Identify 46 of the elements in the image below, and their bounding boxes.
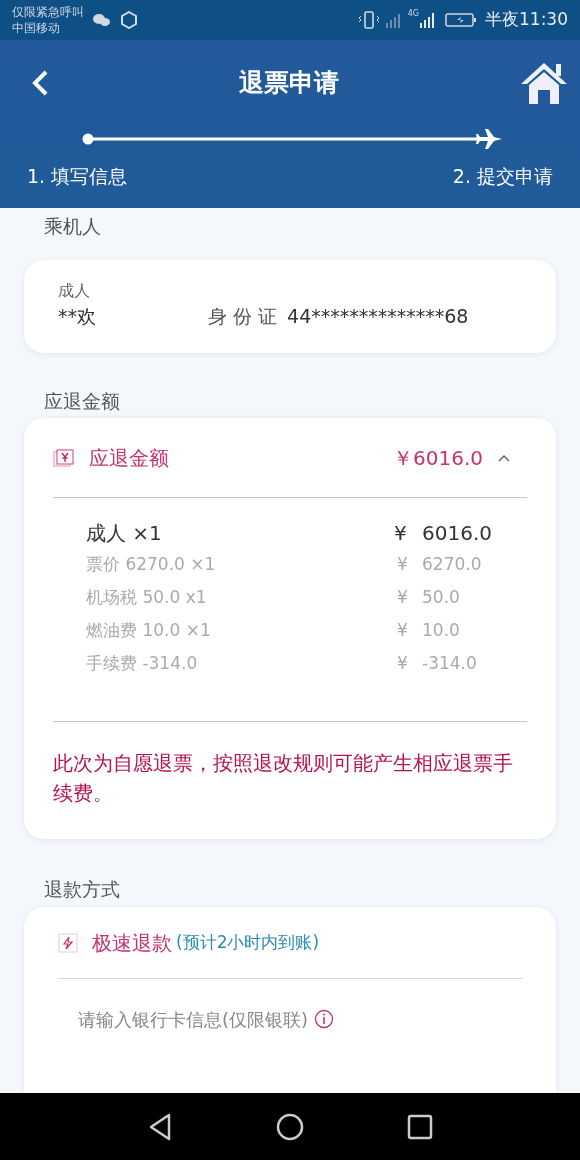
fare-item-label: 手续费 -314.0 (86, 652, 199, 675)
chat-icon (92, 12, 112, 28)
section-heading: 退款方式 (43, 877, 121, 902)
chevron-left-icon (30, 68, 50, 98)
fare-item-amount: 50.0 (422, 586, 461, 609)
section-heading: 应退金额 (43, 389, 121, 414)
currency-symbol: ¥ (396, 553, 409, 576)
fare-item-amount: 10.0 (422, 619, 461, 642)
vibrate-icon (357, 10, 380, 30)
network-label: 4G (407, 8, 419, 20)
clock-time: 半夜11:30 (485, 8, 568, 32)
fare-item-label: 票价 6270.0 ×1 (86, 553, 217, 576)
currency-symbol: ¥ (396, 652, 409, 675)
emergency-notice: 仅限紧急呼叫 (12, 4, 84, 20)
card-title: 应退金额 (89, 444, 169, 472)
fare-summary-label: 成人 ×1 (86, 520, 163, 547)
passenger-name: **欢 (58, 304, 97, 329)
step-label: 2. 提交申请 (452, 164, 553, 189)
chevron-icon (497, 452, 511, 463)
fare-item-amount: 6270.0 (422, 553, 483, 576)
total-amount: ￥6016.0 (393, 444, 483, 472)
lightning-icon (58, 932, 78, 953)
money-icon (53, 447, 75, 468)
refund-notice: 此次为自愿退票，按照退改规则可能产生相应退票手续费。 (53, 750, 514, 807)
fare-item-label: 燃油费 10.0 ×1 (86, 619, 212, 642)
currency-symbol: ¥ (394, 520, 408, 547)
section-heading: 乘机人 (43, 214, 102, 239)
currency-symbol: ¥ (396, 619, 409, 642)
step-label: 1. 填写信息 (27, 164, 128, 189)
shield-icon (120, 11, 138, 29)
info-icon[interactable] (314, 1009, 335, 1029)
fare-item-label: 机场税 50.0 x1 (86, 586, 208, 609)
page-title: 退票申请 (239, 67, 339, 100)
refund-method: 极速退款 (92, 929, 172, 957)
id-label: 身 份 证 (208, 304, 278, 329)
bank-card-hint: 请输入银行卡信息(仅限银联) (78, 1007, 309, 1032)
id-number: 44**************68 (287, 304, 469, 329)
signal-icon (419, 11, 437, 29)
home-nav-button[interactable] (275, 1111, 305, 1142)
carrier-name: 中国移动 (12, 20, 61, 36)
fare-item-amount: -314.0 (422, 652, 478, 675)
passenger-type: 成人 (58, 280, 91, 302)
fare-summary-amount: 6016.0 (422, 520, 492, 547)
battery-icon (445, 12, 477, 28)
refund-time-note: (预计2小时内到账) (176, 930, 320, 954)
currency-symbol: ¥ (396, 586, 409, 609)
